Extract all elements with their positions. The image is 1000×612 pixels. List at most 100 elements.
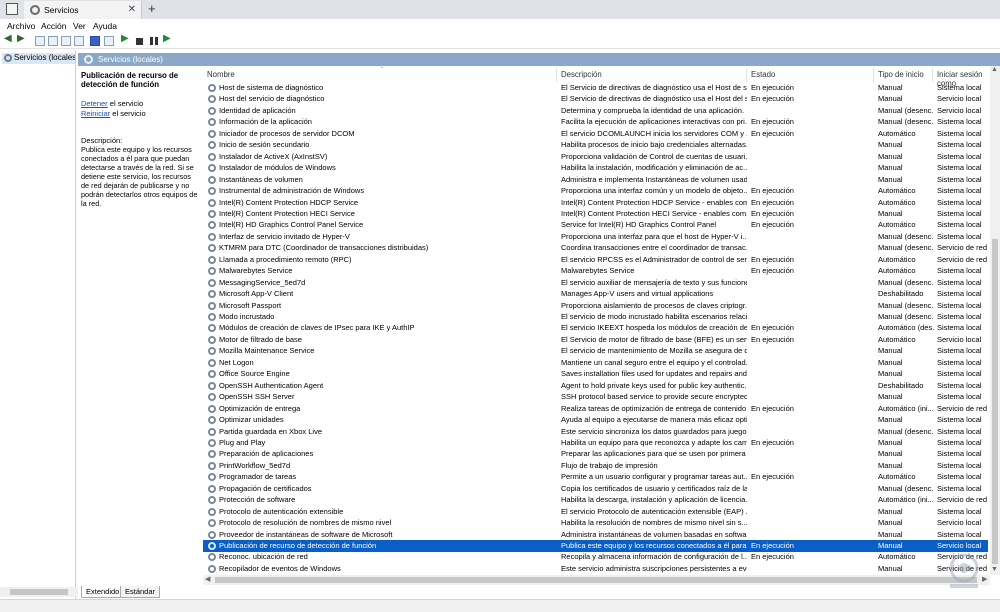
service-startup-type: Manual <box>878 163 903 173</box>
service-row[interactable]: Plug and Play Habilita un equipo para que… <box>203 437 988 449</box>
service-row[interactable]: Microsoft Passport Proporciona aislamient… <box>203 300 988 312</box>
service-row[interactable]: PrintWorkflow_5ed7d Flujo de trabajo de i… <box>203 460 988 472</box>
status-bar <box>0 599 1000 612</box>
refresh-icon[interactable] <box>61 36 71 46</box>
service-startup-type: Automático <box>878 552 916 562</box>
column-header-tipo-inicio[interactable]: Tipo de inicio <box>874 68 933 82</box>
service-row[interactable]: Intel(R) Content Protection HDCP Service… <box>203 197 988 209</box>
tree-item-servicios-locales[interactable]: Servicios (locales) <box>2 53 75 64</box>
service-row[interactable]: Protocolo de resolución de nombres de mi… <box>203 517 988 529</box>
gear-icon <box>208 175 216 184</box>
stop-icon[interactable] <box>136 38 143 45</box>
service-row[interactable]: Partida guardada en Xbox Live Este servic… <box>203 426 988 438</box>
service-row[interactable]: Mozilla Maintenance Service El servicio d… <box>203 345 988 357</box>
service-row[interactable]: KTMRM para DTC (Coordinador de transacci… <box>203 242 988 254</box>
service-row[interactable]: Instalador de ActiveX (AxInstSV) Proporci… <box>203 151 988 163</box>
tree-scroll-thumb[interactable] <box>10 589 68 595</box>
service-startup-type: Manual <box>878 529 903 539</box>
tab-estandar[interactable]: Estándar <box>120 586 161 598</box>
vertical-scroll-thumb[interactable] <box>992 239 998 564</box>
show-action-pane-icon[interactable] <box>104 36 114 46</box>
service-row[interactable]: MessagingService_5ed7d El servicio auxili… <box>203 277 988 289</box>
service-logon-as: Sistema local <box>937 151 982 161</box>
tab-servicios[interactable]: Servicios ✕ <box>24 1 142 19</box>
service-row[interactable]: Información de la aplicación Facilita la … <box>203 116 988 128</box>
service-row[interactable]: Interfaz de servicio invitado de Hyper-V… <box>203 231 988 243</box>
vertical-scrollbar[interactable]: ▲ ▼ <box>990 66 1000 575</box>
service-row[interactable]: Reconoc. ubicación de red Recopila y alma… <box>203 551 988 563</box>
horizontal-scroll-thumb[interactable] <box>215 577 977 583</box>
service-row[interactable]: Instalador de módulos de Windows Habilita… <box>203 162 988 174</box>
service-row[interactable]: Protocolo de autenticación extensible El … <box>203 506 988 518</box>
scroll-up-icon[interactable]: ▲ <box>991 66 998 73</box>
service-name: Modo incrustado <box>219 312 275 321</box>
service-row[interactable]: Inicio de sesión secundario Habilita proc… <box>203 139 988 151</box>
service-row[interactable]: Intel(R) Content Protection HECI Service… <box>203 208 988 220</box>
service-row[interactable]: Preparación de aplicaciones Preparar las … <box>203 448 988 460</box>
column-header-descripcion[interactable]: Descripción <box>557 68 747 82</box>
menu-archivo[interactable]: Archivo <box>7 21 35 31</box>
service-startup-type: Manual <box>878 346 903 356</box>
service-row[interactable]: Host de sistema de diagnóstico El Servici… <box>203 82 988 94</box>
service-logon-as: Sistema local <box>937 220 982 230</box>
column-header-nombre[interactable]: Nombre <box>203 68 557 82</box>
scroll-down-icon[interactable]: ▼ <box>991 566 998 573</box>
service-status: En ejecución <box>751 117 794 127</box>
service-row[interactable]: Instantáneas de volumen Administra e impl… <box>203 174 988 186</box>
window-menu-icon[interactable] <box>6 3 18 15</box>
tree-horizontal-scrollbar[interactable] <box>0 587 78 597</box>
column-header-iniciar-sesion[interactable]: Iniciar sesión como <box>933 68 993 88</box>
service-row[interactable]: Optimización de entrega Realiza tareas de… <box>203 403 988 415</box>
service-startup-type: Automático <box>878 334 916 344</box>
service-row[interactable]: Microsoft App-V Client Manages App-V user… <box>203 288 988 300</box>
menu-ver[interactable]: Ver <box>73 21 86 31</box>
service-row[interactable]: Proveedor de instantáneas de software de… <box>203 529 988 541</box>
service-row[interactable]: Recopilador de eventos de Windows Este se… <box>203 563 988 575</box>
service-row[interactable]: Identidad de aplicación Determina y compr… <box>203 105 988 117</box>
service-row[interactable]: Protección de software Habilita la descar… <box>203 494 988 506</box>
service-row[interactable]: Host del servicio de diagnóstico El Servi… <box>203 93 988 105</box>
service-row[interactable]: Instrumental de administración de Window… <box>203 185 988 197</box>
stop-service-link[interactable]: Detener <box>81 99 108 108</box>
properties-icon[interactable] <box>48 36 58 46</box>
back-icon[interactable]: ◀ <box>4 33 14 44</box>
service-row[interactable]: Propagación de certificados Copia los cer… <box>203 483 988 495</box>
service-row[interactable]: Programador de tareas Permite a un usuari… <box>203 471 988 483</box>
restart-service-link[interactable]: Reiniciar <box>81 109 110 118</box>
service-row[interactable]: OpenSSH Authentication Agent Agent to hol… <box>203 380 988 392</box>
menu-ayuda[interactable]: Ayuda <box>93 21 117 31</box>
new-tab-icon[interactable]: + <box>148 1 156 16</box>
service-row[interactable]: Módulos de creación de claves de IPsec p… <box>203 322 988 334</box>
service-row[interactable]: Publicación de recurso de detección de f… <box>203 540 988 552</box>
service-logon-as: Sistema local <box>937 357 982 367</box>
export-list-icon[interactable] <box>74 36 84 46</box>
service-row[interactable]: Intel(R) HD Graphics Control Panel Servi… <box>203 219 988 231</box>
help-icon[interactable] <box>90 36 100 46</box>
service-row[interactable]: Iniciador de procesos de servidor DCOM El… <box>203 128 988 140</box>
service-startup-type: Manual <box>878 392 903 402</box>
horizontal-scrollbar[interactable]: ◀ ▶ <box>203 575 990 585</box>
service-row[interactable]: Modo incrustado El servicio de modo incru… <box>203 311 988 323</box>
toolbar: ◀ ▶ ▶ ▶ <box>0 33 1000 49</box>
close-tab-icon[interactable]: ✕ <box>128 4 136 15</box>
scroll-left-icon[interactable]: ◀ <box>205 575 210 583</box>
console-tree-icon[interactable] <box>35 36 45 46</box>
gear-icon <box>208 404 216 413</box>
tab-extendido[interactable]: Extendido <box>81 586 125 598</box>
service-row[interactable]: Net Logon Mantiene un canal seguro entre … <box>203 357 988 369</box>
menu-accion[interactable]: Acción <box>41 21 67 31</box>
service-name: Microsoft Passport <box>219 300 282 310</box>
column-header-estado[interactable]: Estado <box>747 68 874 82</box>
service-name: Inicio de sesión secundario <box>219 140 310 150</box>
resume-icon[interactable]: ▶ <box>163 33 173 44</box>
service-row[interactable]: Office Source Engine Saves installation f… <box>203 368 988 380</box>
service-row[interactable]: Motor de filtrado de base El Servicio de … <box>203 334 988 346</box>
forward-icon[interactable]: ▶ <box>17 33 27 44</box>
gear-icon <box>208 507 216 516</box>
service-row[interactable]: Malwarebytes Service Malwarebytes Service… <box>203 265 988 277</box>
pause-icon[interactable] <box>150 37 158 45</box>
start-icon[interactable]: ▶ <box>121 33 131 44</box>
service-row[interactable]: Llamada a procedimiento remoto (RPC) El s… <box>203 254 988 266</box>
service-row[interactable]: OpenSSH SSH Server SSH protocol based ser… <box>203 391 988 403</box>
service-row[interactable]: Optimizar unidades Ayuda al equipo a ejec… <box>203 414 988 426</box>
